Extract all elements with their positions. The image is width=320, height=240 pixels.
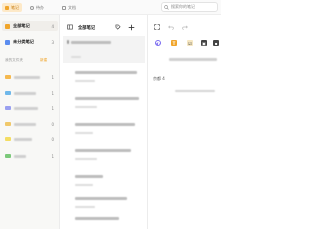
sidebar-item-count: 4 xyxy=(51,23,54,29)
folder-icon xyxy=(5,91,11,95)
list-item[interactable] xyxy=(63,195,145,215)
checkbox-icon: ☑ xyxy=(188,40,192,46)
all-notes-icon xyxy=(5,23,10,29)
folder-name-redacted xyxy=(14,75,40,79)
tab-todo-label: 待办 xyxy=(36,4,44,10)
note-title-redacted xyxy=(75,97,139,100)
top-bar: 笔记 待办 文档 搜索你的笔记 xyxy=(0,0,221,15)
folder-icon xyxy=(5,106,11,110)
folder-icon xyxy=(5,75,11,79)
attachment-button[interactable]: ▪ xyxy=(213,40,219,46)
folder-name-redacted xyxy=(14,91,36,95)
todo-icon xyxy=(30,5,34,10)
redo-icon[interactable] xyxy=(182,24,188,30)
note-date-redacted xyxy=(71,56,81,58)
note-date-redacted xyxy=(75,184,93,186)
sidebar-item-folder[interactable]: 1 xyxy=(2,103,58,113)
editor-line-redacted xyxy=(175,90,215,92)
sidebar: 全部笔记 4 未分类笔记 3 我的文件夹 新建 1 1 1 0 0 1 xyxy=(0,15,60,229)
note-title-redacted xyxy=(75,123,135,126)
folder-count: 0 xyxy=(51,121,54,127)
note-icon xyxy=(5,5,9,10)
list-title: 全部笔记 xyxy=(78,25,96,31)
list-item[interactable] xyxy=(63,215,145,229)
note-date-redacted xyxy=(75,132,93,134)
note-title-redacted xyxy=(75,149,131,152)
expand-icon[interactable] xyxy=(154,24,160,30)
note-date-redacted xyxy=(75,80,95,82)
text-style-button[interactable]: T xyxy=(171,40,177,46)
sidebar-item-folder[interactable]: 0 xyxy=(2,119,58,129)
note-list-panel: 全部笔记 xyxy=(61,15,148,229)
image-icon: ▣ xyxy=(202,40,206,46)
format-tool-button[interactable]: ◐ xyxy=(155,40,161,46)
folder-name-redacted xyxy=(14,137,32,141)
sidebar-item-label: 未分类笔记 xyxy=(13,39,34,44)
folder-count: 1 xyxy=(51,90,54,96)
doc-icon xyxy=(62,5,66,10)
folder-name-redacted xyxy=(14,154,26,158)
note-title-redacted xyxy=(71,41,111,44)
folder-count: 1 xyxy=(51,153,54,159)
note-title-redacted xyxy=(75,217,119,220)
sidebar-item-count: 3 xyxy=(51,39,54,45)
tab-todo[interactable]: 待办 xyxy=(30,3,44,12)
new-folder-button[interactable]: 新建 xyxy=(40,58,47,63)
list-item[interactable] xyxy=(63,69,145,89)
uncategorized-icon xyxy=(5,39,10,45)
folder-name-redacted xyxy=(14,122,36,126)
sidebar-item-folder[interactable]: 1 xyxy=(2,72,58,82)
folder-icon xyxy=(5,137,11,141)
image-button[interactable]: ▣ xyxy=(201,40,207,46)
sidebar-toggle-icon[interactable] xyxy=(67,24,73,30)
tag-icon[interactable] xyxy=(115,24,121,30)
sidebar-item-folder[interactable]: 0 xyxy=(2,134,58,144)
undo-icon[interactable] xyxy=(168,24,174,30)
tab-notes-label: 笔记 xyxy=(11,4,19,10)
search-icon xyxy=(164,4,169,10)
tab-docs-label: 文档 xyxy=(68,4,76,10)
note-date-redacted xyxy=(75,206,95,208)
list-item[interactable] xyxy=(63,36,145,63)
note-title-redacted xyxy=(75,71,137,74)
folder-count: 0 xyxy=(51,136,54,142)
folder-icon xyxy=(5,122,11,126)
sidebar-item-folder[interactable]: 1 xyxy=(2,151,58,161)
checklist-button[interactable]: ☑ xyxy=(187,40,193,46)
list-item[interactable] xyxy=(63,173,145,193)
list-item[interactable] xyxy=(63,121,145,141)
search-placeholder: 搜索你的笔记 xyxy=(171,4,195,9)
note-marker xyxy=(67,40,69,44)
editor-line-redacted xyxy=(169,58,217,61)
note-date-redacted xyxy=(75,106,97,108)
sidebar-item-label: 全部笔记 xyxy=(13,23,30,28)
list-item[interactable] xyxy=(63,147,145,167)
note-title-redacted xyxy=(75,197,127,200)
note-date-redacted xyxy=(75,158,97,160)
folder-count: 1 xyxy=(51,74,54,80)
list-item[interactable] xyxy=(63,95,145,115)
tab-docs[interactable]: 文档 xyxy=(62,3,76,12)
search-input[interactable]: 搜索你的笔记 xyxy=(161,2,218,12)
editor-panel: ◐ T ☑ ▣ ▪ 京都 4 xyxy=(149,15,221,229)
editor-snippet: 京都 4 xyxy=(153,76,165,81)
folders-header: 我的文件夹 xyxy=(5,58,23,62)
folder-name-redacted xyxy=(14,106,38,110)
sidebar-item-all-notes[interactable]: 全部笔记 4 xyxy=(2,21,58,31)
tab-notes[interactable]: 笔记 xyxy=(2,3,22,12)
folder-icon xyxy=(5,154,11,158)
plus-icon[interactable] xyxy=(128,24,135,31)
folder-count: 1 xyxy=(51,105,54,111)
sidebar-item-folder[interactable]: 1 xyxy=(2,88,58,98)
ai-icon: ◐ xyxy=(156,40,160,46)
attachment-icon: ▪ xyxy=(214,40,218,46)
note-title-redacted xyxy=(75,175,103,178)
text-icon: T xyxy=(172,40,176,46)
sidebar-item-uncategorized[interactable]: 未分类笔记 3 xyxy=(2,37,58,47)
